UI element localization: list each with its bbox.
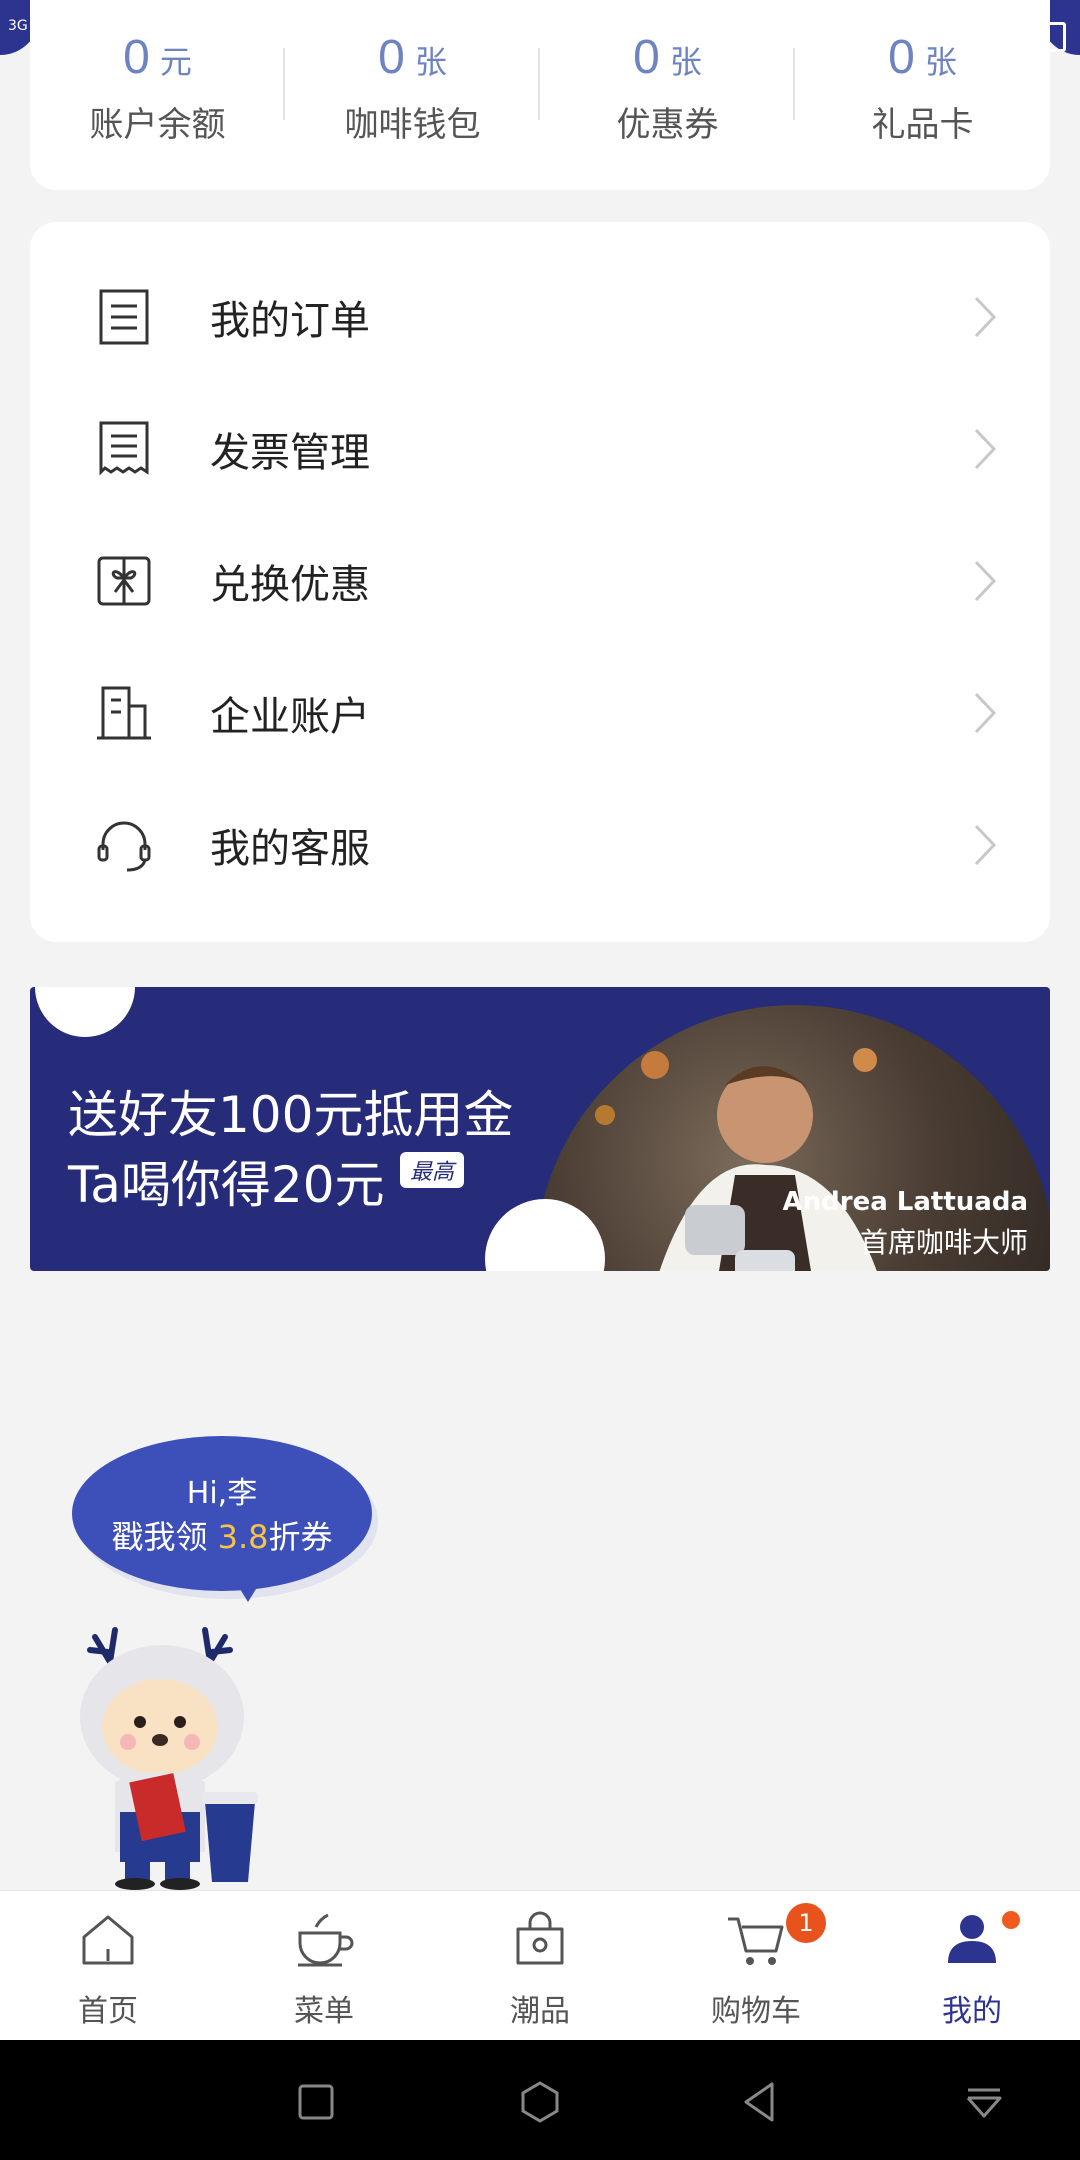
chevron-right-icon [974, 560, 997, 602]
tab-cart[interactable]: 1 购物车 [648, 1891, 864, 2041]
barista-title: 首席咖啡大师 [859, 1226, 1028, 1259]
stat-value: 0 [888, 31, 915, 84]
coupon-discount: 3.8 [217, 1518, 269, 1556]
menu-item-redeem[interactable]: 兑换优惠 [30, 514, 1050, 646]
user-icon [948, 1915, 996, 1963]
banner-decor-circle [35, 987, 135, 1037]
menu-card: 我的订单 发票管理 兑换优惠 企业账户 我的客服 [30, 222, 1050, 942]
stat-unit: 张 [669, 43, 702, 81]
order-list-icon [99, 289, 149, 345]
notification-pull-icon[interactable] [962, 2080, 1006, 2124]
cart-badge: 1 [786, 1903, 826, 1943]
coffee-cup-icon [298, 1913, 354, 1967]
tab-label: 首页 [78, 1994, 138, 2029]
menu-item-orders[interactable]: 我的订单 [30, 250, 1050, 382]
coupon-prompt-prefix: 戳我领 [111, 1518, 208, 1556]
menu-item-label: 发票管理 [210, 430, 370, 476]
building-icon [97, 686, 151, 740]
bubble-tail [232, 1576, 264, 1602]
tab-label: 菜单 [294, 1994, 354, 2029]
home-icon [82, 1915, 134, 1965]
tab-products[interactable]: 潮品 [432, 1891, 648, 2041]
stat-unit: 张 [414, 43, 447, 81]
invoice-icon [99, 421, 149, 476]
stat-unit: 张 [924, 43, 957, 81]
stat-value: 0 [633, 31, 660, 84]
stat-gift-cards[interactable]: 0张 礼品卡 [795, 30, 1050, 146]
menu-item-label: 兑换优惠 [210, 562, 370, 608]
stat-coupons[interactable]: 0张 优惠券 [540, 30, 795, 146]
stat-coffee-wallet[interactable]: 0张 咖啡钱包 [285, 30, 540, 146]
menu-item-customer-service[interactable]: 我的客服 [30, 778, 1050, 910]
stat-label: 账户余额 [89, 105, 226, 145]
back-icon[interactable] [738, 2080, 782, 2124]
recent-apps-icon[interactable] [294, 2080, 338, 2124]
stat-value: 0 [378, 31, 405, 84]
banner-headline: 送好友100元抵用金 [68, 1086, 514, 1144]
headset-icon [97, 821, 151, 872]
tab-menu[interactable]: 菜单 [216, 1891, 432, 2041]
network-indicator: 3G [8, 18, 28, 34]
system-nav-bar [0, 2040, 1080, 2160]
stat-unit: 元 [159, 43, 192, 81]
coupon-prompt: 戳我领 3.8折券 [72, 1512, 372, 1558]
chevron-right-icon [974, 692, 997, 734]
bottom-tab-bar: 首页 菜单 潮品 1 购物车 我的 [0, 1890, 1080, 2041]
notification-dot [1002, 1911, 1020, 1929]
stat-label: 咖啡钱包 [344, 105, 481, 145]
coupon-prompt-suffix: 折券 [268, 1518, 333, 1556]
promo-banner[interactable]: 送好友100元抵用金 Ta喝你得20元 最高 Andrea Lattuada 首… [30, 987, 1050, 1271]
stat-balance[interactable]: 0元 账户余额 [30, 30, 285, 146]
greeting-text: Hi,李 [186, 1476, 258, 1511]
gift-redeem-icon [97, 556, 151, 606]
menu-item-enterprise[interactable]: 企业账户 [30, 646, 1050, 778]
menu-item-invoices[interactable]: 发票管理 [30, 382, 1050, 514]
tab-profile[interactable]: 我的 [864, 1891, 1080, 2041]
banner-subline: Ta喝你得20元 [68, 1156, 385, 1214]
menu-item-label: 企业账户 [210, 694, 370, 740]
menu-item-label: 我的订单 [210, 298, 370, 344]
menu-item-label: 我的客服 [210, 826, 370, 872]
deer-mascot[interactable] [70, 1612, 270, 1890]
shopping-bag-icon [516, 1911, 564, 1965]
tab-label: 购物车 [711, 1994, 801, 2029]
stat-label: 优惠券 [616, 105, 719, 145]
chevron-right-icon [974, 296, 997, 338]
stat-value: 0 [123, 31, 150, 84]
chevron-right-icon [974, 824, 997, 866]
tab-label: 我的 [942, 1994, 1002, 2029]
cart-icon [728, 1917, 784, 1965]
coupon-bubble[interactable]: Hi,李 戳我领 3.8折券 [72, 1436, 372, 1602]
stat-label: 礼品卡 [871, 105, 974, 145]
tab-home[interactable]: 首页 [0, 1891, 216, 2041]
tab-label: 潮品 [510, 1994, 570, 2029]
barista-name: Andrea Lattuada [782, 1187, 1028, 1217]
account-stats-card: 0元 账户余额 0张 咖啡钱包 0张 优惠券 0张 礼品卡 [30, 0, 1050, 190]
chevron-right-icon [974, 428, 997, 470]
banner-tag: 最高 [400, 1152, 465, 1188]
home-button-icon[interactable] [518, 2080, 562, 2124]
